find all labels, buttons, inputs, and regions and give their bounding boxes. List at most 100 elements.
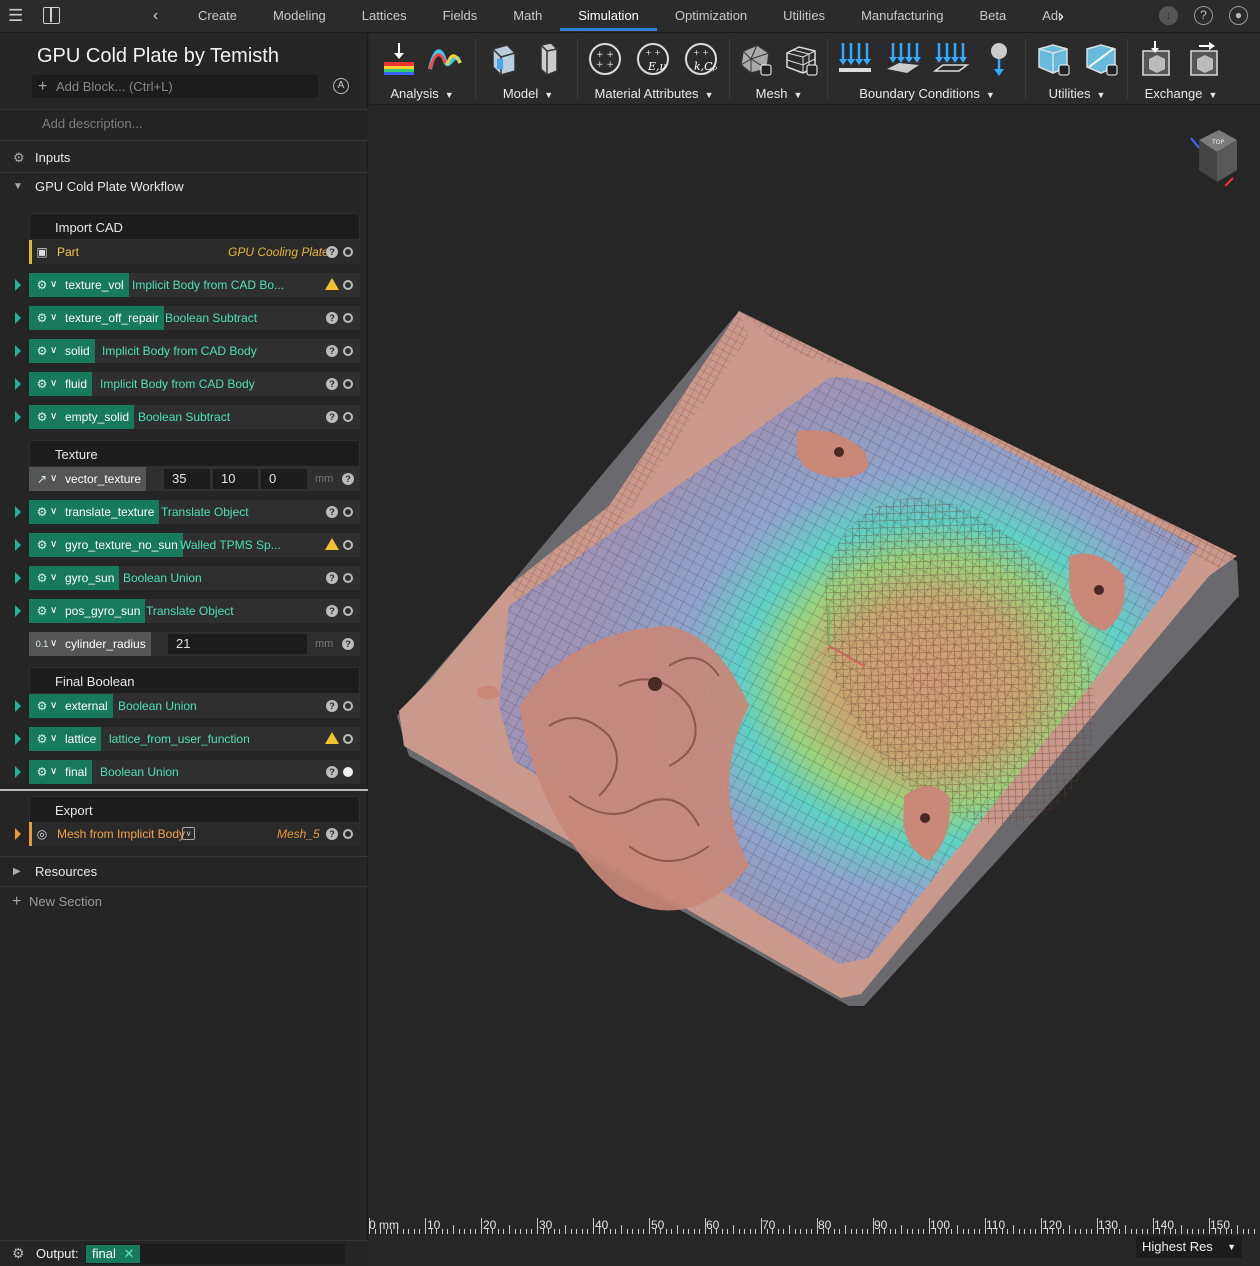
block-operation[interactable]: Implicit Body from CAD Body — [102, 339, 257, 363]
help-icon[interactable]: ? — [326, 605, 338, 617]
remove-icon[interactable]: ✕ — [123, 1246, 134, 1261]
chevron-down-icon[interactable]: ∨ — [50, 570, 57, 586]
analysis-dropdown[interactable]: Analysis ▼ — [369, 86, 475, 101]
expand-arrow-icon[interactable] — [15, 279, 21, 291]
block-row[interactable]: texture_vol ⚙ ∨ Implicit Body from CAD Bo… — [0, 273, 368, 297]
utilities-dropdown[interactable]: Utilities ▼ — [1029, 86, 1125, 101]
expand-arrow-icon[interactable] — [15, 733, 21, 745]
view-cube[interactable]: TOP — [1185, 126, 1241, 190]
help-icon[interactable]: ? — [326, 378, 338, 390]
help-icon[interactable]: ? — [326, 506, 338, 518]
help-icon[interactable]: ? — [326, 312, 338, 324]
help-icon[interactable]: ? — [342, 638, 354, 650]
part-value[interactable]: GPU Cooling Plate — [228, 240, 329, 264]
block-row[interactable]: external ⚙ ∨ Boolean Union ? — [0, 694, 368, 718]
cold-plate-render[interactable] — [369, 106, 1260, 1210]
model-part-icon[interactable] — [531, 41, 567, 77]
expand-arrow-icon[interactable] — [15, 828, 21, 840]
tab-create[interactable]: Create — [180, 0, 255, 33]
block-operation[interactable]: Boolean Union — [123, 566, 202, 590]
group-export[interactable]: Export — [29, 796, 360, 823]
block-operation[interactable]: Translate Object — [146, 599, 234, 623]
tab-manufacturing[interactable]: Manufacturing — [843, 0, 961, 33]
resources-section[interactable]: ▶ Resources — [0, 858, 368, 886]
vector-texture-input[interactable]: vector_texture ↗ ∨ 35 10 0 mm ? — [0, 467, 368, 491]
expand-arrow-icon[interactable] — [15, 312, 21, 324]
tab-simulation[interactable]: Simulation — [560, 0, 657, 33]
fixed-support-icon[interactable] — [837, 41, 873, 77]
block-operation[interactable]: Boolean Subtract — [165, 306, 257, 330]
hamburger-icon[interactable]: ☰ — [8, 7, 23, 25]
block-operation[interactable]: Boolean Union — [118, 694, 197, 718]
status-dot[interactable] — [343, 734, 353, 744]
expand-arrow-icon[interactable] — [15, 605, 21, 617]
download-icon[interactable]: ↓ — [1159, 6, 1178, 25]
chevron-down-icon[interactable]: ∨ — [50, 471, 57, 487]
tab-additive[interactable]: Additi — [1024, 0, 1060, 33]
new-section-button[interactable]: + New Section — [0, 888, 368, 916]
group-texture[interactable]: Texture — [29, 440, 360, 467]
workflow-section[interactable]: ▼ GPU Cold Plate Workflow — [0, 173, 368, 201]
help-icon[interactable]: ? — [326, 766, 338, 778]
resolution-select[interactable]: Highest Res ▼ — [1136, 1236, 1242, 1258]
fe-convert-icon[interactable] — [1083, 41, 1119, 77]
help-icon[interactable]: ? — [326, 411, 338, 423]
expand-arrow-icon[interactable] — [15, 572, 21, 584]
export-mesh-icon[interactable] — [1185, 41, 1221, 77]
status-dot[interactable] — [343, 573, 353, 583]
vector-y-field[interactable]: 10 — [213, 469, 258, 489]
block-row[interactable]: gyro_sun ⚙ ∨ Boolean Union ? — [0, 566, 368, 590]
export-value[interactable]: Mesh_5 — [277, 822, 320, 846]
chevron-down-icon[interactable]: ∨ — [50, 537, 57, 553]
tab-fields[interactable]: Fields — [425, 0, 496, 33]
export-block[interactable]: ◎ Mesh from Implicit Body ∨ Mesh_5 ? — [0, 822, 368, 846]
expand-arrow-icon[interactable] — [15, 506, 21, 518]
inputs-section[interactable]: ⚙ Inputs — [0, 144, 368, 172]
chevron-right-icon[interactable]: › — [1058, 7, 1064, 25]
block-row[interactable]: fluid ⚙ ∨ Implicit Body from CAD Body ? — [0, 372, 368, 396]
help-icon[interactable]: ? — [326, 828, 338, 840]
model-body-icon[interactable] — [485, 41, 521, 77]
tab-math[interactable]: Math — [495, 0, 560, 33]
export-block-name[interactable]: Mesh from Implicit Body — [29, 822, 190, 846]
material-icon[interactable]: + ++ + — [587, 41, 623, 77]
tab-optimization[interactable]: Optimization — [657, 0, 765, 33]
help-icon[interactable]: ? — [326, 700, 338, 712]
status-dot[interactable] — [343, 247, 353, 257]
output-chip[interactable]: final ✕ — [86, 1245, 141, 1263]
chevron-down-icon[interactable]: ∨ — [50, 636, 57, 652]
help-icon[interactable]: ? — [326, 246, 338, 258]
status-dot[interactable] — [343, 829, 353, 839]
chevron-down-icon[interactable]: ∨ — [50, 764, 57, 780]
expand-arrow-icon[interactable] — [15, 539, 21, 551]
chevron-down-icon[interactable]: ∨ — [50, 731, 57, 747]
block-operation[interactable]: Walled TPMS Sp... — [180, 533, 281, 557]
chevron-left-icon[interactable]: ‹ — [153, 7, 158, 25]
block-row[interactable]: solid ⚙ ∨ Implicit Body from CAD Body ? — [0, 339, 368, 363]
elastic-material-icon[interactable]: + + E,ν — [635, 41, 671, 77]
status-dot[interactable] — [343, 767, 353, 777]
force-load-icon[interactable] — [933, 41, 969, 77]
expand-arrow-icon[interactable] — [15, 345, 21, 357]
help-icon[interactable]: ? — [326, 345, 338, 357]
warning-icon[interactable] — [325, 278, 339, 290]
block-operation[interactable]: Boolean Subtract — [138, 405, 230, 429]
dropdown-icon[interactable]: ∨ — [182, 827, 195, 840]
static-analysis-icon[interactable] — [381, 41, 417, 77]
vector-x-field[interactable]: 35 — [164, 469, 210, 489]
help-icon[interactable]: ? — [1194, 6, 1213, 25]
add-block-input[interactable]: + Add Block... (Ctrl+L) — [32, 75, 318, 98]
block-operation[interactable]: Implicit Body from CAD Body — [100, 372, 255, 396]
chevron-down-icon[interactable]: ∨ — [50, 603, 57, 619]
point-load-icon[interactable] — [981, 41, 1017, 77]
group-import-cad[interactable]: Import CAD — [29, 213, 360, 240]
tab-modeling[interactable]: Modeling — [255, 0, 344, 33]
block-operation[interactable]: Translate Object — [161, 500, 249, 524]
block-operation[interactable]: lattice_from_user_function — [109, 727, 250, 751]
description-field[interactable]: Add description... — [0, 109, 368, 141]
chevron-down-icon[interactable]: ∨ — [50, 409, 57, 425]
warning-icon[interactable] — [325, 538, 339, 550]
notebook-title[interactable]: GPU Cold Plate by Temisth — [37, 45, 279, 68]
block-row[interactable]: pos_gyro_sun ⚙ ∨ Translate Object ? — [0, 599, 368, 623]
expand-arrow-icon[interactable] — [15, 766, 21, 778]
